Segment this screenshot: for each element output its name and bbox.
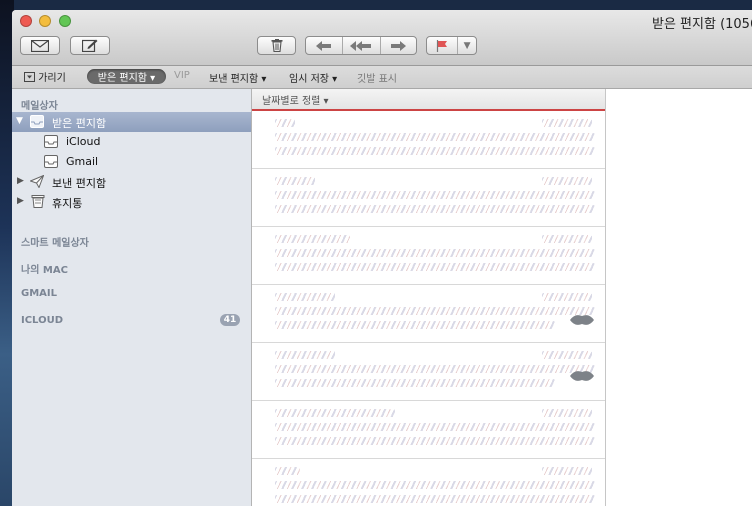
mail-window: 받은 편지함 (1056 ▼ 가리기 받은 편지함 ▾ VIP 보낸 편지함 ▾… (12, 10, 752, 506)
blurred-date (542, 119, 592, 127)
sidebar-item-label: Gmail (66, 155, 99, 168)
flag-button[interactable] (427, 37, 459, 54)
blurred-sender (275, 177, 315, 185)
mailbox-sidebar: 메일상자 ▼ 받은 편지함 iCloud Gmail ▶ 보낸 편지함 ▶ 휴지… (12, 89, 252, 506)
message-row[interactable] (252, 401, 605, 459)
attachment-thumbnail-icon (570, 315, 594, 325)
unread-count-badge: 41 (220, 314, 240, 326)
blurred-subject (275, 133, 595, 141)
disclosure-closed-icon[interactable]: ▶ (17, 176, 24, 186)
flag-segment: ▼ (426, 36, 477, 55)
sidebar-item-label: 휴지통 (52, 197, 83, 210)
inbox-tray-icon (30, 115, 44, 128)
trash-icon (271, 39, 282, 52)
sidebar-item-gmail[interactable]: Gmail (12, 152, 251, 172)
reply-all-button[interactable] (343, 37, 381, 54)
title-bar: 받은 편지함 (1056 ▼ (12, 10, 752, 66)
reply-all-icon (350, 40, 372, 51)
forward-button[interactable] (381, 37, 416, 54)
reply-icon (316, 40, 332, 51)
blurred-preview (275, 437, 595, 445)
blurred-preview (275, 147, 595, 155)
icloud-header[interactable]: ICLOUD (21, 315, 63, 326)
message-viewer (606, 89, 752, 506)
close-window-button[interactable] (20, 15, 32, 27)
message-row[interactable] (252, 343, 605, 401)
delete-button[interactable] (257, 36, 296, 55)
blurred-subject (275, 365, 595, 373)
flag-icon (436, 39, 448, 52)
blurred-subject (275, 481, 595, 489)
sidebar-item-label: iCloud (66, 135, 101, 148)
sidebar-item-inbox[interactable]: ▼ 받은 편지함 (12, 112, 251, 132)
minimize-window-button[interactable] (39, 15, 51, 27)
sidebar-item-label: 받은 편지함 (52, 117, 107, 130)
blurred-preview (275, 495, 595, 503)
on-my-mac-header[interactable]: 나의 MAC (21, 261, 68, 276)
inbox-tray-icon (44, 155, 58, 168)
blurred-sender (275, 293, 335, 301)
blurred-date (542, 235, 592, 243)
hide-mailboxes-button[interactable]: 가리기 (24, 69, 66, 84)
favorites-bar: 가리기 받은 편지함 ▾ VIP 보낸 편지함 ▾ 임시 저장 ▾ 깃발 표시 (12, 66, 752, 89)
blurred-sender (275, 235, 350, 243)
favorite-sent[interactable]: 보낸 편지함 ▾ (209, 70, 266, 85)
sidebar-item-icloud[interactable]: iCloud (12, 132, 251, 152)
favorite-inbox[interactable]: 받은 편지함 ▾ (87, 69, 166, 84)
message-list: 날짜별로 정렬 ▾ (252, 89, 606, 506)
forward-icon (391, 40, 407, 51)
blurred-subject (275, 191, 595, 199)
hide-label: 가리기 (38, 73, 66, 84)
chevron-down-icon: ▼ (463, 40, 471, 51)
reply-button[interactable] (306, 37, 344, 54)
disclosure-closed-icon[interactable]: ▶ (17, 196, 24, 206)
disclosure-open-icon[interactable]: ▼ (16, 116, 23, 126)
message-row[interactable] (252, 285, 605, 343)
message-row[interactable] (252, 111, 605, 169)
paper-plane-icon (30, 175, 44, 188)
message-row[interactable] (252, 169, 605, 227)
compose-button[interactable] (70, 36, 110, 55)
blurred-sender (275, 119, 295, 127)
blurred-preview (275, 263, 595, 271)
envelope-icon (31, 39, 49, 52)
window-title: 받은 편지함 (1056 (652, 17, 752, 32)
blurred-date (542, 467, 592, 475)
attachment-thumbnail-icon (570, 371, 594, 381)
blurred-date (542, 177, 592, 185)
message-row[interactable] (252, 459, 605, 506)
favorite-flagged[interactable]: 깃발 표시 (357, 70, 397, 85)
sidebar-item-sent[interactable]: ▶ 보낸 편지함 (12, 172, 251, 192)
sort-by-date-button[interactable]: 날짜별로 정렬 ▾ (262, 92, 329, 107)
favorite-drafts[interactable]: 임시 저장 ▾ (289, 70, 337, 85)
inbox-tray-icon (44, 135, 58, 148)
blurred-subject (275, 249, 595, 257)
compose-icon (82, 39, 98, 52)
flag-dropdown-button[interactable]: ▼ (458, 37, 476, 54)
favorite-vip[interactable]: VIP (174, 70, 190, 81)
get-mail-button[interactable] (20, 36, 60, 55)
blurred-sender (275, 409, 395, 417)
sidebar-toggle-icon (24, 72, 35, 82)
sidebar-item-label: 보낸 편지함 (52, 177, 107, 190)
reply-segment (305, 36, 417, 55)
blurred-date (542, 293, 592, 301)
sidebar-item-trash[interactable]: ▶ 휴지통 (12, 192, 251, 212)
sort-bar: 날짜별로 정렬 ▾ (252, 89, 605, 111)
zoom-window-button[interactable] (59, 15, 71, 27)
blurred-subject (275, 423, 595, 431)
gmail-header[interactable]: GMAIL (21, 288, 57, 299)
blurred-preview (275, 321, 555, 329)
message-row[interactable] (252, 227, 605, 285)
smart-mailboxes-header[interactable]: 스마트 메일상자 (21, 234, 89, 249)
mailboxes-header[interactable]: 메일상자 (21, 97, 58, 112)
blurred-preview (275, 379, 555, 387)
blurred-date (542, 409, 592, 417)
blurred-sender (275, 467, 300, 475)
blurred-subject (275, 307, 595, 315)
blurred-date (542, 351, 592, 359)
trash-icon (31, 195, 45, 208)
blurred-preview (275, 205, 595, 213)
blurred-sender (275, 351, 335, 359)
